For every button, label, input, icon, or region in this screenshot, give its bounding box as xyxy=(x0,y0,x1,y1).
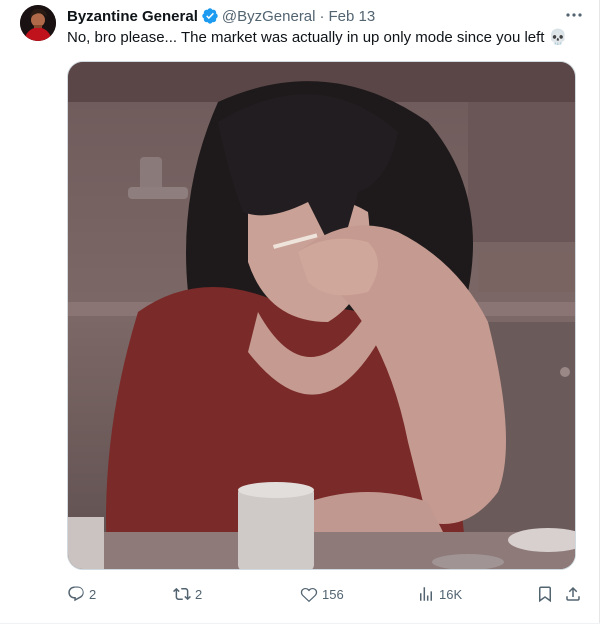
repost-button[interactable]: 2 xyxy=(173,582,202,606)
bookmark-icon xyxy=(539,586,551,603)
reply-count: 2 xyxy=(89,586,97,602)
verified-badge-icon xyxy=(202,8,218,24)
tweet-date[interactable]: Feb 13 xyxy=(329,8,376,25)
reply-icon xyxy=(68,586,84,602)
avatar[interactable] xyxy=(20,5,56,41)
tweet-image[interactable] xyxy=(67,61,576,570)
views-button[interactable]: 16K xyxy=(417,582,462,606)
author-name[interactable]: Byzantine General xyxy=(67,8,198,25)
like-count: 156 xyxy=(322,586,344,602)
repost-icon xyxy=(173,587,191,601)
tweet-actions: 2 2 156 16K xyxy=(67,580,587,608)
tweet-text: No, bro please... The market was actuall… xyxy=(67,29,568,46)
reply-button[interactable]: 2 xyxy=(67,582,96,606)
tweet-header: Byzantine General @ByzGeneral · Feb 13 xyxy=(67,6,580,26)
share-icon xyxy=(566,586,580,601)
repost-count: 2 xyxy=(195,586,203,602)
heart-icon xyxy=(300,587,318,603)
views-count: 16K xyxy=(439,586,463,602)
like-button[interactable]: 156 xyxy=(300,582,344,606)
views-icon xyxy=(420,587,432,601)
tweet[interactable]: Byzantine General @ByzGeneral · Feb 13 N… xyxy=(0,0,600,624)
author-handle[interactable]: @ByzGeneral xyxy=(222,8,316,25)
more-icon[interactable] xyxy=(564,8,584,22)
share-button[interactable] xyxy=(564,582,582,606)
separator-dot: · xyxy=(319,7,325,25)
bookmark-button[interactable] xyxy=(536,582,554,606)
